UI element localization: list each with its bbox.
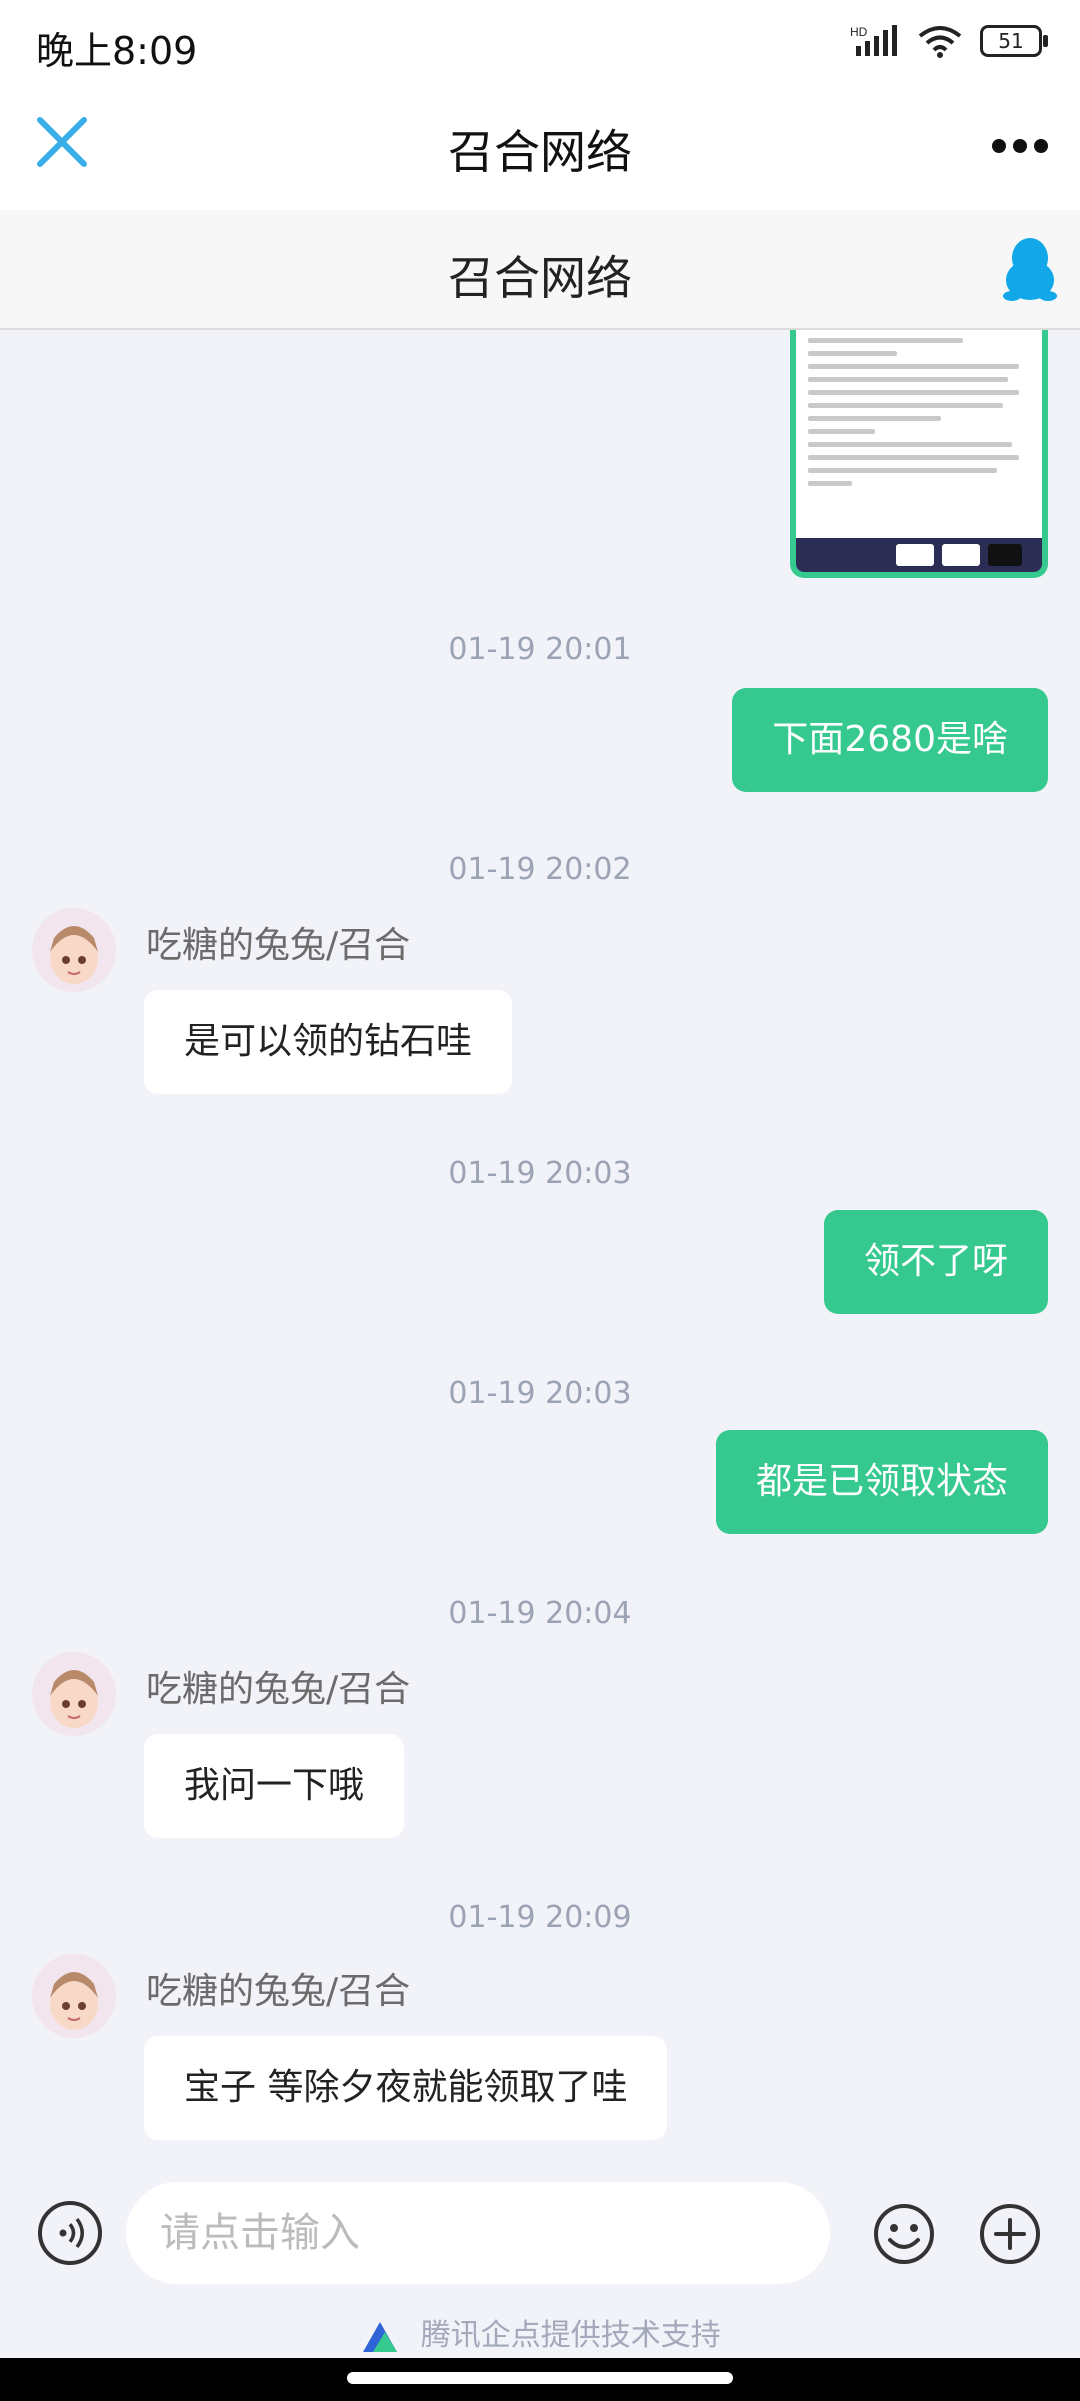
chat-title: 召合网络: [448, 251, 632, 305]
avatar-image: [50, 1972, 98, 2030]
message-timestamp: 01-19 20:02: [448, 852, 632, 887]
message-timestamp: 01-19 20:04: [448, 1596, 632, 1631]
avatar[interactable]: [32, 1954, 116, 2038]
voice-input-icon[interactable]: [38, 2201, 102, 2265]
powered-by: 腾讯企点提供技术支持: [0, 2310, 1080, 2354]
avatar[interactable]: [32, 1652, 116, 1736]
plus-icon[interactable]: [978, 2202, 1042, 2266]
avatar-image: [50, 1670, 98, 1728]
signal-icon: HD: [850, 25, 897, 56]
incoming-message[interactable]: 是可以领的钻石哇: [144, 990, 513, 1094]
nav-bar: 召合网络: [0, 90, 1080, 210]
emoji-icon[interactable]: [872, 2202, 936, 2266]
network-type-label: HD: [850, 25, 868, 39]
incoming-message[interactable]: 宝子 等除夕夜就能领取了哇: [144, 2036, 668, 2140]
status-icons: HD 51: [850, 24, 1048, 58]
message-timestamp: 01-19 20:03: [448, 1156, 632, 1191]
status-time: 晚上8:09: [36, 29, 198, 73]
message-timestamp: 01-19 20:01: [448, 632, 632, 667]
page-title: 召合网络: [448, 125, 632, 179]
system-navigation-bar: [0, 2358, 1080, 2401]
close-icon[interactable]: [30, 110, 94, 174]
image-message-toolbar: [796, 538, 1042, 572]
image-message[interactable]: [790, 330, 1048, 578]
qq-penguin-icon[interactable]: [1002, 236, 1058, 302]
battery-indicator: 51: [980, 25, 1048, 57]
wifi-icon: [918, 26, 962, 58]
chat-messages[interactable]: 01-19 20:01 下面2680是啥 01-19 20:02 吃糖的兔兔/召…: [0, 330, 1080, 2168]
chat-header: 召合网络: [0, 210, 1080, 330]
sender-name: 吃糖的兔兔/召合: [146, 1971, 411, 2012]
incoming-message[interactable]: 我问一下哦: [144, 1734, 405, 1838]
sender-name: 吃糖的兔兔/召合: [146, 1669, 411, 1710]
message-input[interactable]: 请点击输入: [126, 2182, 830, 2284]
outgoing-message[interactable]: 下面2680是啥: [732, 688, 1048, 792]
more-dot-icon: [1013, 139, 1027, 153]
more-options-button[interactable]: [988, 126, 1052, 166]
outgoing-message[interactable]: 领不了呀: [823, 1210, 1048, 1314]
home-indicator[interactable]: [347, 2372, 733, 2384]
avatar-image: [50, 926, 98, 984]
outgoing-message[interactable]: 都是已领取状态: [715, 1430, 1048, 1534]
message-timestamp: 01-19 20:03: [448, 1376, 632, 1411]
tencent-qidian-logo-icon: [363, 2321, 398, 2352]
avatar[interactable]: [32, 908, 116, 992]
input-bar: 请点击输入 腾讯企点提供技术支持: [0, 2168, 1080, 2358]
powered-by-text: 腾讯企点提供技术支持: [420, 2318, 721, 2353]
message-timestamp: 01-19 20:09: [448, 1900, 632, 1935]
sender-name: 吃糖的兔兔/召合: [146, 925, 411, 966]
image-message-content: [808, 338, 1030, 494]
status-bar: 晚上8:09 HD 51: [0, 0, 1080, 90]
more-dot-icon: [1034, 139, 1048, 153]
more-dot-icon: [992, 139, 1006, 153]
